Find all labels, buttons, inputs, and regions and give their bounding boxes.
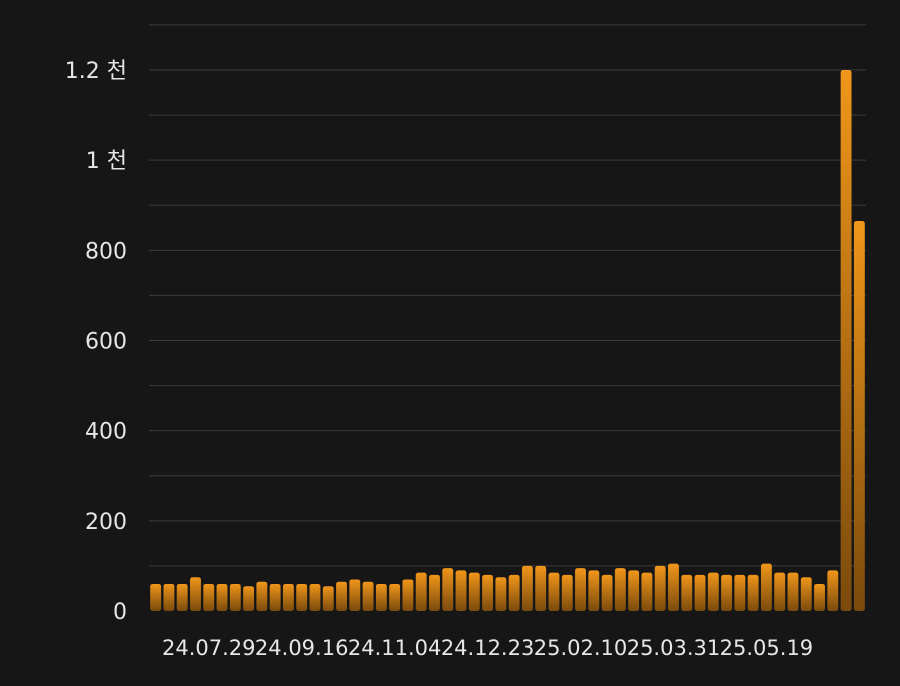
bar	[442, 568, 454, 611]
bar	[203, 583, 215, 611]
bar	[561, 574, 573, 611]
bar	[415, 572, 427, 611]
bar	[229, 583, 241, 611]
y-tick-label: 1.2 천	[65, 59, 127, 84]
bar	[521, 565, 533, 611]
bar	[150, 583, 162, 611]
bar	[495, 577, 507, 611]
bar	[336, 581, 347, 611]
bar	[681, 574, 693, 611]
bar	[349, 579, 361, 611]
bar	[535, 565, 547, 611]
bar	[760, 563, 772, 611]
y-tick-label: 800	[85, 239, 127, 264]
bar	[402, 579, 414, 611]
bar	[747, 574, 759, 611]
bar	[322, 586, 334, 611]
x-tick-label: 25.02.10	[534, 636, 628, 660]
bar	[429, 574, 440, 611]
x-tick-label: 24.09.16	[255, 636, 349, 660]
bar	[575, 568, 586, 611]
bar	[375, 583, 387, 611]
bar	[176, 583, 188, 611]
bar	[787, 572, 799, 611]
bar-chart: 02004006008001 천1.2 천 24.07.29 24.09.16 24…	[65, 24, 866, 660]
y-axis-labels: 0 200 400 600 800 1 천 1.2 천	[65, 59, 127, 625]
x-tick-label: 24.12.23	[441, 636, 535, 660]
bar	[707, 572, 719, 611]
gridlines	[149, 24, 866, 567]
y-tick-label: 0	[113, 600, 127, 625]
y-tick-label: 400	[85, 420, 127, 445]
bar	[721, 574, 733, 611]
bar	[668, 563, 679, 611]
x-tick-label: 24.11.04	[348, 636, 442, 660]
bar	[814, 583, 825, 611]
y-tick-label: 600	[85, 330, 127, 355]
bar	[216, 583, 228, 611]
bar	[734, 574, 746, 611]
bar	[482, 574, 494, 611]
bar	[309, 583, 321, 611]
bar	[269, 583, 281, 611]
bar	[654, 565, 666, 611]
y-tick-label: 1 천	[86, 149, 127, 174]
bar	[256, 581, 268, 611]
bar	[774, 572, 786, 611]
bar	[163, 583, 175, 611]
x-axis-labels: 24.07.29 24.09.16 24.11.04 24.12.23 25.02.10…	[162, 636, 813, 660]
x-tick-label: 25.03.31	[627, 636, 721, 660]
bar	[468, 572, 480, 611]
bar	[694, 574, 706, 611]
x-tick-label: 24.07.29	[162, 636, 256, 660]
bar	[362, 581, 374, 611]
bar	[243, 586, 255, 611]
bar	[601, 574, 613, 611]
bar	[282, 583, 294, 611]
bar	[548, 572, 560, 611]
bar	[455, 570, 467, 611]
y-tick-label: 200	[85, 510, 127, 535]
bar	[827, 570, 839, 611]
bar	[588, 570, 600, 611]
bar	[840, 70, 852, 611]
bar	[190, 577, 201, 611]
bar	[389, 583, 401, 611]
bar	[628, 570, 640, 611]
bar	[800, 577, 812, 611]
bar	[296, 583, 308, 611]
bar	[641, 572, 653, 611]
bar	[614, 568, 626, 611]
bar	[508, 574, 520, 611]
bar	[853, 221, 865, 611]
x-tick-label: 25.05.19	[720, 636, 814, 660]
